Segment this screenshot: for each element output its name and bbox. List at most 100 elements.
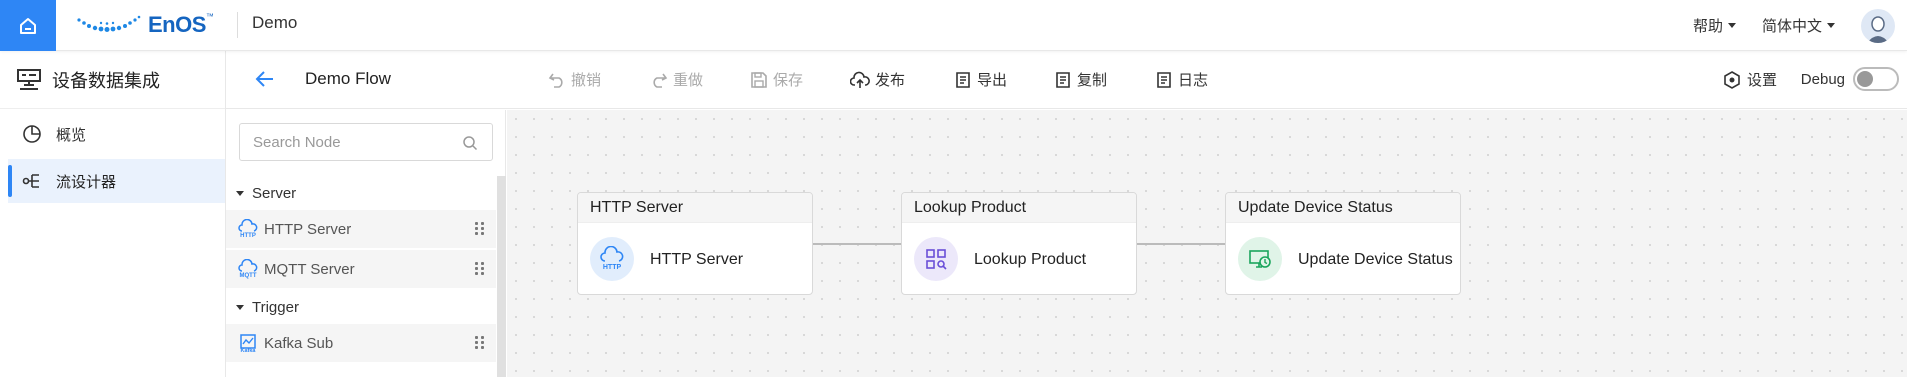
node-item-label: Kafka Sub	[264, 334, 334, 352]
drag-handle-icon[interactable]	[475, 262, 484, 275]
search-node-input[interactable]	[253, 133, 453, 151]
node-list: Server HTTP HTTP Server MQTT MQTT Server…	[226, 176, 496, 364]
sidebar-item-overview[interactable]: 概览	[0, 112, 225, 156]
document-icon	[956, 71, 970, 88]
home-button[interactable]	[0, 0, 56, 51]
search-box	[239, 123, 493, 161]
node-group-label: Server	[252, 184, 297, 202]
http-cloud-icon: HTTP	[590, 237, 634, 281]
nav-header-label: 设备数据集成	[52, 70, 160, 91]
flow-node-body: Lookup Product	[902, 223, 1136, 294]
logo-dots-icon	[77, 15, 141, 32]
avatar[interactable]	[1861, 8, 1895, 43]
user-avatar-icon	[1867, 15, 1889, 43]
lookup-grid-icon	[914, 237, 958, 281]
flow-edge[interactable]	[813, 239, 910, 249]
flow-node-update-device-status[interactable]: Update Device Status Update Device Statu…	[1225, 192, 1461, 295]
language-menu-label: 简体中文	[1761, 18, 1822, 35]
svg-text:HTTP: HTTP	[240, 233, 256, 239]
flow-node-title: HTTP Server	[578, 193, 812, 223]
mqtt-cloud-icon: MQTT	[238, 259, 258, 279]
copy-button[interactable]: 复制	[1054, 69, 1107, 90]
top-right-menu: 帮助 简体中文	[1693, 0, 1907, 51]
arrow-left-icon	[255, 71, 273, 87]
settings-button[interactable]: 设置	[1723, 69, 1777, 90]
cloud-upload-icon	[850, 71, 870, 88]
top-bar: EnOS™ Demo 帮助 简体中文	[0, 0, 1907, 51]
chevron-down-icon	[1827, 23, 1835, 28]
node-item-kafka-sub[interactable]: Kafka Kafka Sub	[226, 324, 496, 362]
help-menu[interactable]: 帮助	[1693, 15, 1736, 36]
undo-label: 撤销	[571, 72, 602, 89]
device-integration-icon	[17, 68, 41, 90]
debug-toggle[interactable]	[1853, 67, 1899, 91]
save-label: 保存	[773, 72, 804, 89]
pie-chart-icon	[23, 125, 41, 143]
toggle-knob	[1857, 71, 1873, 87]
http-cloud-icon: HTTP	[238, 219, 258, 239]
log-button[interactable]: 日志	[1155, 69, 1208, 90]
left-navigation: 设备数据集成 概览 流设计器	[0, 51, 226, 377]
svg-text:MQTT: MQTT	[240, 273, 257, 279]
top-divider	[237, 12, 238, 38]
drag-handle-icon[interactable]	[475, 222, 484, 235]
flow-name: Demo Flow	[305, 69, 391, 88]
back-button[interactable]	[254, 68, 276, 95]
language-menu[interactable]: 简体中文	[1762, 15, 1835, 36]
node-group-label: Trigger	[252, 298, 299, 316]
logo-text: EnOS	[148, 12, 206, 37]
document-icon	[1056, 71, 1070, 88]
redo-label: 重做	[673, 72, 704, 89]
enos-logo: EnOS™	[76, 10, 214, 40]
flow-node-lookup-product[interactable]: Lookup Product Lookup Product	[901, 192, 1137, 295]
flow-node-http-server[interactable]: HTTP Server HTTP HTTP Server	[577, 192, 813, 295]
node-item-label: HTTP Server	[264, 220, 352, 238]
flow-node-label: HTTP Server	[650, 250, 744, 268]
save-icon	[751, 71, 767, 88]
flow-edge[interactable]	[1137, 239, 1234, 249]
chevron-down-icon	[1727, 23, 1736, 28]
node-item-http-server[interactable]: HTTP HTTP Server	[226, 210, 496, 248]
device-status-icon	[1238, 237, 1282, 281]
publish-button[interactable]: 发布	[850, 69, 905, 90]
kafka-icon: Kafka	[240, 334, 257, 353]
flow-node-label: Lookup Product	[974, 250, 1087, 268]
redo-button[interactable]: 重做	[650, 69, 703, 90]
flow-node-title: Update Device Status	[1226, 193, 1460, 223]
node-item-mqtt-server[interactable]: MQTT MQTT Server	[226, 250, 496, 288]
caret-down-icon	[236, 190, 244, 196]
flow-node-body: Update Device Status	[1226, 223, 1460, 294]
debug-label: Debug	[1800, 70, 1845, 88]
node-list-scrollbar[interactable]	[497, 176, 506, 377]
logo-trademark: ™	[205, 12, 214, 21]
sidebar-item-flow-designer[interactable]: 流设计器	[8, 159, 225, 203]
node-group-trigger[interactable]: Trigger	[226, 290, 496, 324]
redo-icon	[653, 73, 668, 88]
drag-handle-icon[interactable]	[475, 336, 484, 349]
undo-button[interactable]: 撤销	[548, 69, 601, 90]
copy-label: 复制	[1077, 72, 1108, 89]
undo-icon	[548, 73, 563, 88]
home-icon	[20, 17, 36, 34]
export-label: 导出	[977, 72, 1008, 89]
settings-label: 设置	[1746, 72, 1777, 89]
flow-icon	[22, 174, 39, 188]
node-group-server[interactable]: Server	[226, 176, 496, 210]
node-item-label: MQTT Server	[264, 260, 355, 278]
save-button[interactable]: 保存	[750, 69, 803, 90]
log-label: 日志	[1178, 72, 1209, 89]
help-menu-label: 帮助	[1692, 18, 1723, 35]
svg-text:HTTP: HTTP	[603, 264, 622, 271]
flow-node-title: Lookup Product	[902, 193, 1136, 223]
caret-down-icon	[236, 304, 244, 310]
flow-node-body: HTTP HTTP Server	[578, 223, 812, 294]
svg-text:Kafka: Kafka	[241, 348, 257, 353]
flow-canvas[interactable]: HTTP Server HTTP HTTP Server Lookup Prod…	[507, 110, 1907, 377]
node-panel: Server HTTP HTTP Server MQTT MQTT Server…	[226, 110, 506, 377]
export-button[interactable]: 导出	[954, 69, 1007, 90]
search-icon[interactable]	[462, 135, 478, 151]
gear-icon	[1724, 70, 1740, 89]
document-icon	[1157, 71, 1171, 88]
flow-toolbar: Demo Flow 撤销 重做 保存 发布 导出 复制 日志 设置 Debug	[226, 51, 1907, 109]
publish-label: 发布	[875, 72, 906, 89]
